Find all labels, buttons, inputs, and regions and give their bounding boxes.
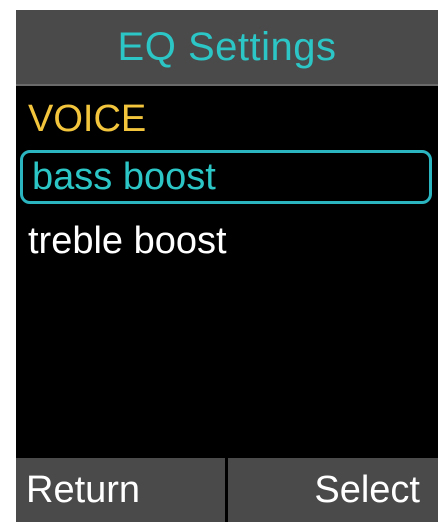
select-softkey[interactable]: Select — [228, 458, 438, 522]
menu-item-treble-boost[interactable]: treble boost — [20, 214, 432, 268]
title-bar: EQ Settings — [16, 10, 438, 86]
menu-item-bass-boost[interactable]: bass boost — [20, 150, 432, 204]
soft-key-bar: Return Select — [16, 458, 438, 522]
device-screen: EQ Settings VOICE bass boost treble boos… — [16, 10, 438, 522]
screen-title: EQ Settings — [117, 25, 337, 69]
menu-item-voice[interactable]: VOICE — [20, 92, 432, 146]
return-softkey[interactable]: Return — [16, 458, 228, 522]
select-label: Select — [314, 469, 420, 511]
return-label: Return — [26, 469, 141, 511]
